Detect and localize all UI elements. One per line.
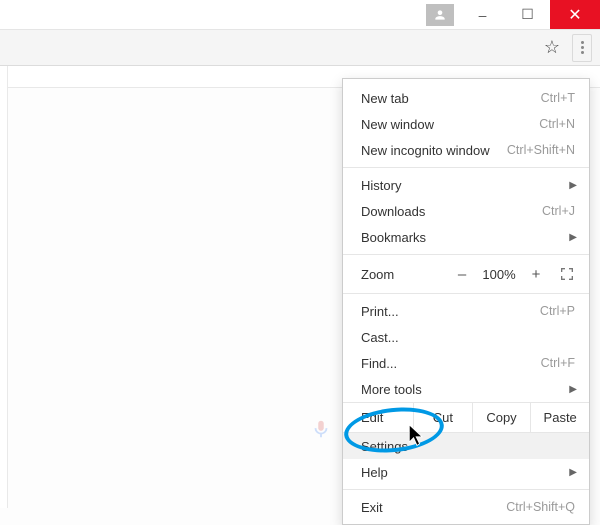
fullscreen-button[interactable] [553, 264, 581, 284]
menu-button[interactable] [572, 34, 592, 62]
submenu-arrow-icon: ▶ [569, 467, 577, 478]
menu-item-new-tab[interactable]: New tab Ctrl+T [343, 85, 589, 111]
menu-item-label: Settings [361, 439, 575, 454]
menu-item-more-tools[interactable]: More tools ▶ [343, 376, 589, 402]
toolbar: ☆ [0, 30, 600, 66]
menu-item-bookmarks[interactable]: Bookmarks ▶ [343, 224, 589, 250]
menu-item-label: New window [361, 117, 539, 132]
edit-cut-button[interactable]: Cut [413, 403, 472, 432]
window-titlebar: – ☐ ✕ [0, 0, 600, 30]
bookmark-star-icon[interactable]: ☆ [544, 37, 560, 58]
menu-item-shortcut: Ctrl+J [542, 204, 575, 218]
menu-item-label: Cast... [361, 330, 575, 345]
menu-item-shortcut: Ctrl+P [540, 304, 575, 318]
minimize-button[interactable]: – [460, 0, 505, 29]
edit-paste-button[interactable]: Paste [530, 403, 589, 432]
menu-zoom-row: Zoom – 100% + [343, 259, 589, 289]
separator [343, 254, 589, 255]
separator [343, 489, 589, 490]
user-icon [433, 8, 447, 22]
maximize-button[interactable]: ☐ [505, 0, 550, 29]
menu-item-shortcut: Ctrl+F [541, 356, 575, 370]
mic-icon [310, 418, 332, 443]
edit-copy-button[interactable]: Copy [472, 403, 531, 432]
zoom-in-button[interactable]: + [523, 266, 549, 283]
vertical-dots-icon [581, 41, 584, 54]
separator [343, 167, 589, 168]
menu-item-shortcut: Ctrl+T [541, 91, 575, 105]
zoom-label: Zoom [361, 267, 449, 282]
menu-item-settings[interactable]: Settings [343, 433, 589, 459]
menu-item-shortcut: Ctrl+Shift+Q [506, 500, 575, 514]
menu-item-downloads[interactable]: Downloads Ctrl+J [343, 198, 589, 224]
menu-item-print[interactable]: Print... Ctrl+P [343, 298, 589, 324]
menu-item-label: New incognito window [361, 143, 507, 158]
menu-item-exit[interactable]: Exit Ctrl+Shift+Q [343, 494, 589, 520]
profile-button[interactable] [426, 4, 454, 26]
menu-item-label: Bookmarks [361, 230, 575, 245]
zoom-value: 100% [475, 267, 523, 282]
menu-item-cast[interactable]: Cast... [343, 324, 589, 350]
menu-item-label: Print... [361, 304, 540, 319]
edit-label: Edit [343, 403, 413, 432]
submenu-arrow-icon: ▶ [569, 384, 577, 395]
menu-item-shortcut: Ctrl+Shift+N [507, 143, 575, 157]
close-button[interactable]: ✕ [550, 0, 600, 29]
chrome-menu: New tab Ctrl+T New window Ctrl+N New inc… [342, 78, 590, 525]
menu-item-find[interactable]: Find... Ctrl+F [343, 350, 589, 376]
menu-item-label: More tools [361, 382, 575, 397]
menu-item-label: Exit [361, 500, 506, 515]
fullscreen-icon [559, 266, 575, 282]
submenu-arrow-icon: ▶ [569, 232, 577, 243]
menu-item-label: Find... [361, 356, 541, 371]
menu-item-new-incognito[interactable]: New incognito window Ctrl+Shift+N [343, 137, 589, 163]
menu-item-label: History [361, 178, 575, 193]
menu-item-label: Help [361, 465, 575, 480]
menu-item-label: New tab [361, 91, 541, 106]
menu-item-history[interactable]: History ▶ [343, 172, 589, 198]
menu-edit-row: Edit Cut Copy Paste [343, 402, 589, 433]
menu-item-help[interactable]: Help ▶ [343, 459, 589, 485]
submenu-arrow-icon: ▶ [569, 180, 577, 191]
menu-item-label: Downloads [361, 204, 542, 219]
separator [343, 293, 589, 294]
content-edge [0, 66, 8, 508]
zoom-out-button[interactable]: – [449, 266, 475, 283]
menu-item-new-window[interactable]: New window Ctrl+N [343, 111, 589, 137]
menu-item-shortcut: Ctrl+N [539, 117, 575, 131]
